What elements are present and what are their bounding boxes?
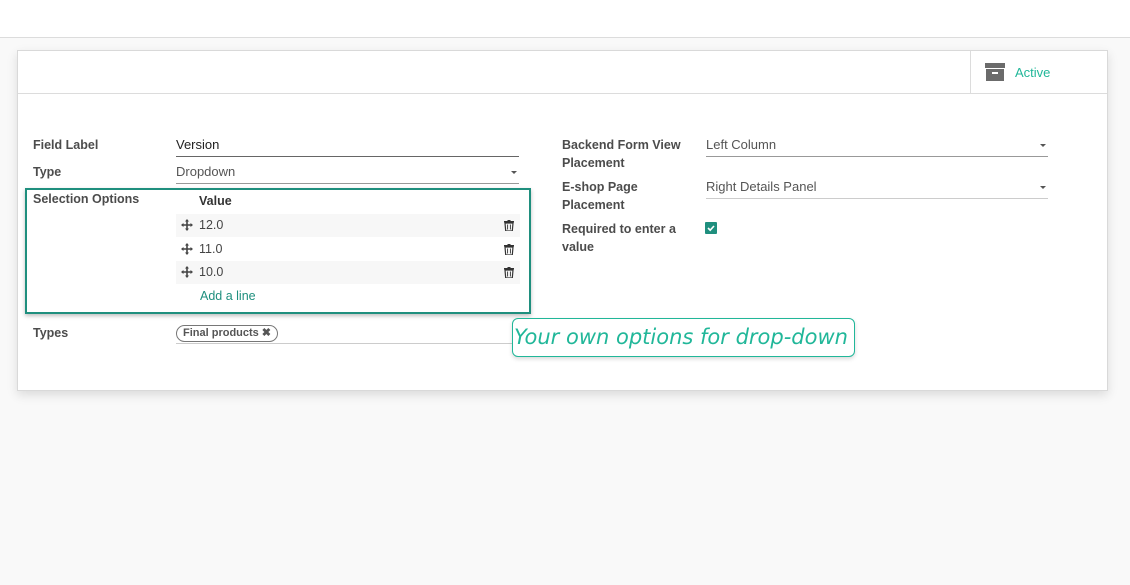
top-bar (0, 0, 1130, 38)
archive-icon (985, 63, 1005, 81)
field-label-label: Field Label (33, 138, 99, 152)
backend-placement-value: Left Column (706, 137, 777, 152)
types-tag[interactable]: Final products ✖ (176, 325, 278, 342)
backend-placement-label-line2: Placement (562, 156, 625, 170)
selection-options-highlight (25, 188, 531, 314)
eshop-placement-label-line2: Placement (562, 198, 625, 212)
active-label: Active (1015, 64, 1051, 80)
remove-tag-icon[interactable]: ✖ (262, 327, 271, 339)
types-label: Types (33, 326, 69, 340)
types-input-underline[interactable] (176, 343, 519, 344)
type-label: Type (33, 165, 62, 179)
checkmark-icon (707, 225, 715, 232)
backend-placement-label-line1: Backend Form View (562, 138, 681, 152)
types-tag-label: Final products (183, 327, 259, 339)
eshop-placement-select[interactable]: Right Details Panel (706, 177, 1048, 199)
eshop-placement-label-line1: E-shop Page (562, 180, 638, 194)
field-label-input[interactable]: Version (176, 135, 519, 157)
backend-placement-label: Backend Form View Placement (562, 136, 681, 172)
active-toggle-button[interactable]: Active (970, 51, 1107, 93)
eshop-placement-value: Right Details Panel (706, 179, 817, 194)
required-label: Required to enter a value (562, 220, 676, 256)
type-select[interactable]: Dropdown (176, 162, 519, 184)
button-box: Active (18, 51, 1107, 94)
chevron-down-icon (1040, 186, 1046, 189)
annotation-callout: Your own options for drop-down (512, 318, 855, 357)
backend-placement-select[interactable]: Left Column (706, 135, 1048, 157)
chevron-down-icon (511, 171, 517, 174)
chevron-down-icon (1040, 144, 1046, 147)
required-label-line2: value (562, 240, 594, 254)
required-label-line1: Required to enter a (562, 222, 676, 236)
type-select-value: Dropdown (176, 164, 236, 179)
required-checkbox[interactable] (705, 222, 717, 234)
eshop-placement-label: E-shop Page Placement (562, 178, 638, 214)
